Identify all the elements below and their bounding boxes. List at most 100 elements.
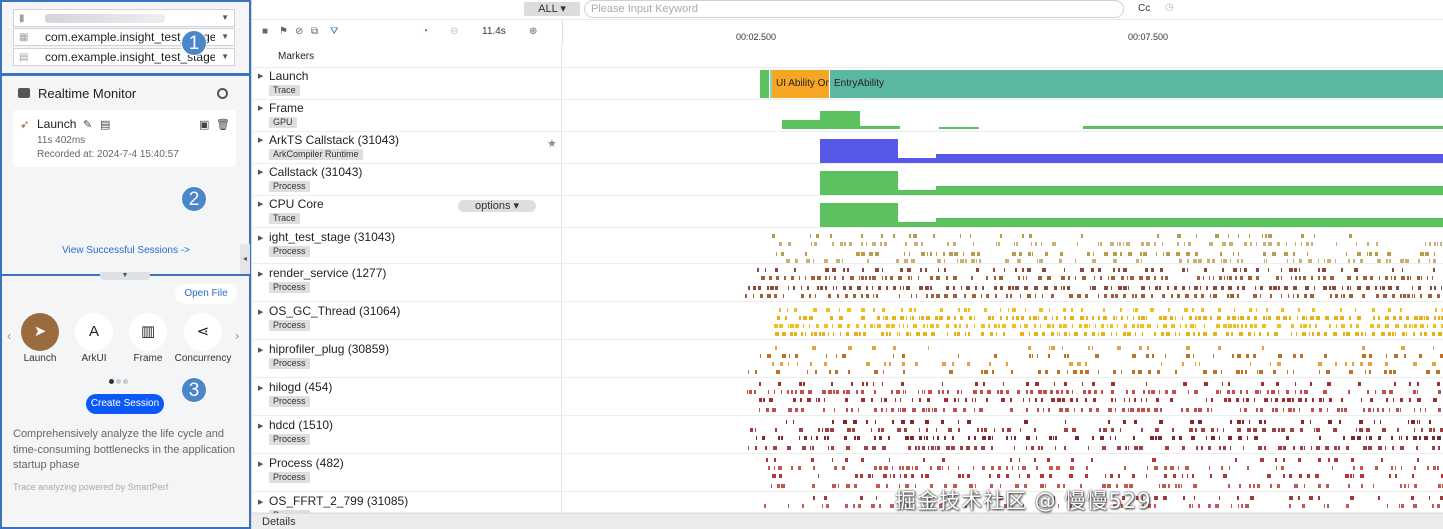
- thread-slice[interactable]: [1306, 316, 1307, 320]
- thread-slice[interactable]: [803, 316, 807, 320]
- thread-slice[interactable]: [948, 466, 949, 470]
- thread-slice[interactable]: [1049, 436, 1052, 440]
- thread-slice[interactable]: [1361, 398, 1362, 402]
- thread-slice[interactable]: [1113, 316, 1115, 320]
- thread-slice[interactable]: [1059, 324, 1062, 328]
- thread-slice[interactable]: [1247, 428, 1251, 432]
- thread-slice[interactable]: [1385, 276, 1388, 280]
- thread-slice[interactable]: [791, 276, 794, 280]
- thread-slice[interactable]: [1111, 428, 1114, 432]
- thread-slice[interactable]: [998, 466, 1001, 470]
- row-track[interactable]: [563, 228, 1443, 263]
- thread-slice[interactable]: [1361, 484, 1363, 488]
- gpu-bar[interactable]: [782, 120, 820, 129]
- thread-slice[interactable]: [1140, 324, 1144, 328]
- thread-slice[interactable]: [767, 286, 769, 290]
- thread-slice[interactable]: [824, 398, 825, 402]
- thread-slice[interactable]: [1148, 390, 1150, 394]
- thread-slice[interactable]: [928, 446, 929, 450]
- thread-slice[interactable]: [1319, 398, 1322, 402]
- thread-slice[interactable]: [947, 242, 949, 246]
- thread-slice[interactable]: [876, 496, 877, 500]
- thread-slice[interactable]: [1300, 428, 1303, 432]
- thread-slice[interactable]: [1260, 458, 1264, 462]
- thread-slice[interactable]: [781, 436, 783, 440]
- thread-slice[interactable]: [1389, 474, 1391, 478]
- thread-slice[interactable]: [892, 420, 894, 424]
- thread-slice[interactable]: [1160, 408, 1162, 412]
- thread-slice[interactable]: [1373, 484, 1374, 488]
- thread-slice[interactable]: [1141, 408, 1145, 412]
- thread-slice[interactable]: [1000, 308, 1001, 312]
- thread-slice[interactable]: [1417, 390, 1418, 394]
- thread-slice[interactable]: [828, 446, 829, 450]
- thread-slice[interactable]: [953, 408, 957, 412]
- thread-slice[interactable]: [795, 408, 798, 412]
- thread-slice[interactable]: [1232, 354, 1234, 358]
- thread-slice[interactable]: [1082, 382, 1083, 386]
- thread-slice[interactable]: [1356, 276, 1358, 280]
- thread-slice[interactable]: [1283, 474, 1285, 478]
- thread-slice[interactable]: [866, 242, 867, 246]
- thread-slice[interactable]: [1222, 382, 1223, 386]
- thread-slice[interactable]: [892, 316, 896, 320]
- thread-slice[interactable]: [1388, 332, 1391, 336]
- thread-slice[interactable]: [899, 324, 900, 328]
- thread-slice[interactable]: [1235, 276, 1237, 280]
- thread-slice[interactable]: [1348, 259, 1350, 263]
- thread-slice[interactable]: [866, 362, 870, 366]
- thread-slice[interactable]: [903, 286, 904, 290]
- thread-slice[interactable]: [1362, 294, 1365, 298]
- thread-slice[interactable]: [1395, 474, 1397, 478]
- thread-slice[interactable]: [1059, 332, 1060, 336]
- thread-slice[interactable]: [838, 484, 839, 488]
- thread-slice[interactable]: [779, 242, 782, 246]
- thread-slice[interactable]: [1198, 332, 1200, 336]
- thread-slice[interactable]: [1356, 428, 1357, 432]
- session-card[interactable]: ➶ Launch ✎ ▤ ▣ 🗑 11s 402ms Recorded at: …: [13, 110, 236, 167]
- thread-slice[interactable]: [1363, 446, 1367, 450]
- thread-slice[interactable]: [748, 446, 749, 450]
- thread-slice[interactable]: [1407, 294, 1410, 298]
- thread-slice[interactable]: [1293, 259, 1294, 263]
- thread-slice[interactable]: [1005, 259, 1009, 263]
- thread-slice[interactable]: [1010, 294, 1012, 298]
- thread-slice[interactable]: [1175, 316, 1176, 320]
- thread-slice[interactable]: [776, 276, 779, 280]
- thread-slice[interactable]: [830, 428, 834, 432]
- thread-slice[interactable]: [1045, 252, 1048, 256]
- thread-slice[interactable]: [857, 436, 860, 440]
- thread-slice[interactable]: [1179, 259, 1182, 263]
- thread-slice[interactable]: [836, 390, 839, 394]
- thread-slice[interactable]: [1343, 436, 1345, 440]
- thread-slice[interactable]: [921, 474, 923, 478]
- thread-slice[interactable]: [1069, 362, 1073, 366]
- thread-slice[interactable]: [1287, 398, 1291, 402]
- ui-ability-slice[interactable]: UI Ability OnF...: [772, 70, 829, 98]
- thread-slice[interactable]: [1158, 436, 1162, 440]
- thread-slice[interactable]: [1414, 294, 1415, 298]
- thread-slice[interactable]: [822, 390, 826, 394]
- thread-slice[interactable]: [909, 234, 911, 238]
- thread-slice[interactable]: [1399, 316, 1402, 320]
- thread-slice[interactable]: [1228, 484, 1230, 488]
- zoom-out-icon[interactable]: ⊖: [450, 26, 458, 37]
- thread-slice[interactable]: [846, 446, 850, 450]
- thread-slice[interactable]: [1154, 408, 1158, 412]
- thread-slice[interactable]: [952, 362, 954, 366]
- thread-slice[interactable]: [1392, 268, 1394, 272]
- thread-slice[interactable]: [1170, 316, 1173, 320]
- thread-slice[interactable]: [1312, 308, 1315, 312]
- thread-slice[interactable]: [981, 294, 982, 298]
- thread-slice[interactable]: [830, 316, 833, 320]
- thread-slice[interactable]: [825, 286, 827, 290]
- thread-slice[interactable]: [1105, 474, 1106, 478]
- thread-slice[interactable]: [1223, 428, 1224, 432]
- thread-slice[interactable]: [1429, 242, 1431, 246]
- thread-slice[interactable]: [891, 390, 893, 394]
- thread-slice[interactable]: [1389, 259, 1391, 263]
- thread-slice[interactable]: [1295, 390, 1296, 394]
- thread-slice[interactable]: [1026, 436, 1030, 440]
- thread-slice[interactable]: [1263, 316, 1265, 320]
- thread-slice[interactable]: [861, 242, 863, 246]
